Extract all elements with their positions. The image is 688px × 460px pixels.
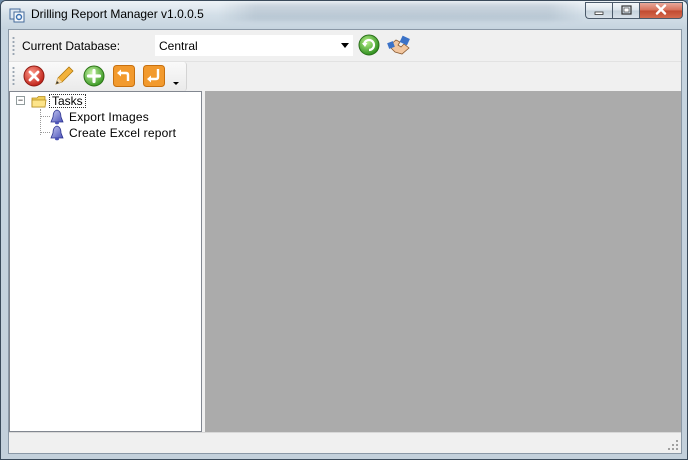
background-blur — [219, 3, 585, 21]
pencil-icon — [52, 66, 76, 91]
refresh-button[interactable] — [358, 34, 380, 56]
maximize-button[interactable] — [612, 2, 639, 19]
tree-item-label: Export Images — [69, 110, 149, 124]
undo-arrow-icon — [112, 65, 136, 91]
toolbar — [9, 62, 187, 91]
task-bell-icon — [50, 125, 64, 141]
database-label: Current Database: — [22, 39, 121, 53]
refresh-icon — [358, 34, 380, 59]
minimize-icon — [594, 4, 604, 18]
close-icon — [655, 3, 667, 18]
content-panel[interactable] — [205, 91, 681, 432]
tree-collapse-toggle[interactable]: − — [16, 96, 25, 105]
delete-button[interactable] — [22, 64, 46, 88]
chevron-down-icon — [171, 77, 181, 91]
connect-icon — [387, 35, 411, 59]
enter-button[interactable] — [142, 64, 166, 88]
undo-button[interactable] — [112, 64, 136, 88]
database-select[interactable]: Central — [155, 35, 353, 56]
delete-icon — [22, 65, 46, 91]
caption-buttons — [585, 2, 683, 20]
plus-icon — [82, 65, 106, 91]
toolbar-overflow-button[interactable] — [171, 76, 181, 88]
maximize-icon — [620, 4, 632, 18]
close-button[interactable] — [639, 2, 683, 19]
client-area: Current Database: Central − Tasks Export… — [8, 29, 682, 454]
add-button[interactable] — [82, 64, 106, 88]
grip-handle[interactable] — [12, 36, 15, 56]
app-window: Drilling Report Manager v1.0.0.5 Current… — [0, 0, 688, 460]
database-select-value: Central — [159, 38, 198, 53]
tree-node-export-images[interactable]: Export Images — [50, 109, 149, 125]
title-bar[interactable]: Drilling Report Manager v1.0.0.5 — [1, 1, 687, 29]
tree-node-create-excel-report[interactable]: Create Excel report — [50, 125, 176, 141]
minimize-button[interactable] — [585, 2, 612, 19]
return-arrow-icon — [142, 65, 166, 91]
connect-button[interactable] — [387, 34, 411, 56]
window-title: Drilling Report Manager v1.0.0.5 — [31, 7, 204, 21]
resize-grip-icon[interactable] — [667, 439, 679, 451]
tree-node-tasks[interactable]: Tasks — [49, 94, 86, 108]
tree-connector — [41, 132, 50, 133]
chevron-down-icon[interactable] — [338, 36, 352, 55]
edit-button[interactable] — [52, 64, 76, 88]
tree-item-label: Create Excel report — [69, 126, 177, 140]
task-bell-icon — [50, 109, 64, 125]
task-tree[interactable]: − Tasks Export Images Create Excel repor… — [9, 91, 202, 432]
status-bar — [9, 432, 681, 453]
tree-connector — [41, 116, 50, 117]
toolbar-grip[interactable] — [12, 66, 15, 86]
database-bar: Current Database: Central — [9, 30, 681, 62]
app-icon — [9, 7, 25, 23]
folder-icon — [31, 95, 47, 109]
